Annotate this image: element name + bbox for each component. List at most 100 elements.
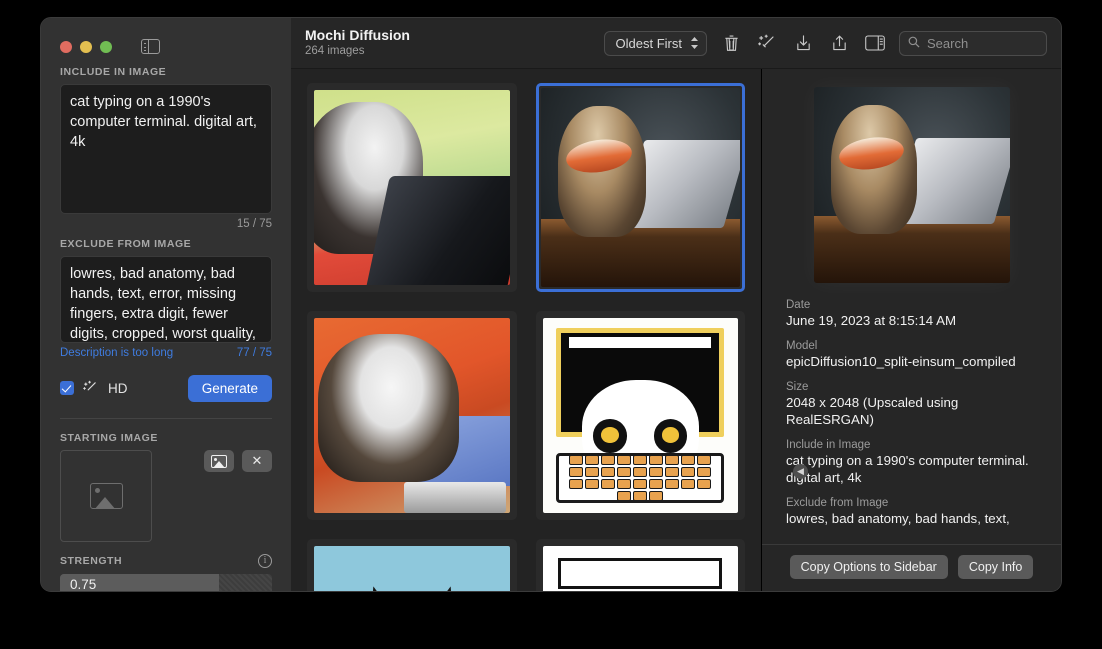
field-value-date: June 19, 2023 at 8:15:14 AM	[786, 313, 957, 328]
minimize-button[interactable]	[80, 40, 92, 53]
left-sidebar: INCLUDE IN IMAGE cat typing on a 1990's …	[41, 18, 291, 591]
include-label: INCLUDE IN IMAGE	[60, 66, 167, 78]
image-count: 264 images	[305, 45, 365, 58]
keyboard-key	[681, 478, 696, 489]
keyboard-key	[681, 466, 696, 477]
keyboard-key	[633, 455, 648, 465]
field-key-size: Size	[786, 381, 809, 393]
keyboard-key	[569, 455, 584, 465]
keyboard-key	[649, 455, 664, 465]
exclude-counter: 77 / 75	[236, 347, 272, 359]
keyboard-key	[649, 466, 664, 477]
starting-image-label: STARTING IMAGE	[60, 432, 158, 444]
zoom-button[interactable]	[100, 40, 112, 53]
inspector-footer: Copy Options to Sidebar Copy Info	[762, 544, 1061, 591]
keyboard-key	[649, 490, 664, 501]
content-area: Date June 19, 2023 at 8:15:14 AM Model e…	[291, 69, 1061, 591]
toolbar: Mochi Diffusion 264 images Oldest First	[291, 18, 1061, 69]
keyboard-key	[569, 478, 584, 489]
keyboard-key	[665, 478, 680, 489]
keyboard-key	[697, 466, 712, 477]
download-icon[interactable]	[791, 31, 815, 55]
keyboard-key	[585, 466, 600, 477]
desktop-background: INCLUDE IN IMAGE cat typing on a 1990's …	[0, 0, 1102, 649]
gallery-item-3[interactable]	[307, 311, 517, 520]
field-key-exclude: Exclude from Image	[786, 497, 889, 509]
field-value-exclude: lowres, bad anatomy, bad hands, text,	[786, 511, 1010, 526]
starting-image-well[interactable]	[60, 450, 152, 542]
page-title: Mochi Diffusion	[305, 26, 410, 43]
image-placeholder-icon	[89, 483, 123, 509]
strength-slider[interactable]: 0.75	[60, 574, 272, 591]
field-value-size: 2048 x 2048 (Upscaled using RealESRGAN)	[786, 395, 959, 427]
trash-icon[interactable]	[719, 31, 743, 55]
strength-row: STRENGTH i	[60, 554, 272, 568]
include-counter: 15 / 75	[236, 218, 272, 230]
sidebar-toggle-icon[interactable]	[141, 38, 160, 55]
search-box[interactable]: Search	[899, 30, 1047, 56]
gallery-item-4[interactable]	[535, 311, 745, 520]
image-gallery[interactable]	[291, 69, 761, 591]
copy-info-button[interactable]: Copy Info	[957, 555, 1034, 579]
chevron-up-down-icon	[690, 36, 699, 50]
title-block: Mochi Diffusion 264 images	[305, 26, 410, 59]
revert-arrow-icon[interactable]: ◀	[793, 464, 808, 479]
strength-value: 0.75	[70, 577, 97, 591]
exclude-warning: Description is too long	[60, 347, 174, 359]
keyboard-key	[585, 478, 600, 489]
gallery-item-5[interactable]	[307, 539, 517, 591]
sidebar-content: INCLUDE IN IMAGE cat typing on a 1990's …	[41, 60, 291, 591]
image-picker-icon[interactable]	[204, 450, 234, 472]
field-key-include: Include in Image	[786, 439, 871, 451]
copy-options-to-sidebar-button[interactable]: Copy Options to Sidebar	[789, 555, 948, 579]
magic-wand-icon[interactable]	[755, 31, 779, 55]
close-icon[interactable]: ✕	[242, 450, 272, 472]
hd-label: HD	[108, 380, 128, 396]
keyboard-key	[649, 478, 664, 489]
keyboard-key	[569, 466, 584, 477]
search-input[interactable]: Search	[927, 36, 968, 51]
field-key-date: Date	[786, 299, 811, 311]
gallery-item-2[interactable]	[535, 83, 745, 292]
sort-order-dropdown[interactable]: Oldest First	[603, 30, 707, 56]
keyboard-key	[665, 455, 680, 465]
include-in-image-input[interactable]: cat typing on a 1990's computer terminal…	[60, 84, 272, 214]
magic-wand-icon	[83, 380, 98, 397]
sort-order-value: Oldest First	[615, 35, 682, 51]
keyboard-key	[681, 455, 696, 465]
app-window: INCLUDE IN IMAGE cat typing on a 1990's …	[40, 17, 1062, 592]
inspector-preview-image[interactable]	[813, 87, 1010, 283]
keyboard-key	[633, 490, 648, 501]
keyboard-key	[697, 478, 712, 489]
generate-button[interactable]: Generate	[187, 374, 272, 402]
keyboard-key	[697, 455, 712, 465]
field-value-include: cat typing on a 1990's computer terminal…	[786, 453, 1029, 485]
sidebar-divider-1	[60, 418, 272, 419]
keyboard-key	[617, 466, 632, 477]
keyboard-key	[633, 478, 648, 489]
include-counter-row: 15 / 75	[60, 218, 272, 230]
search-icon	[908, 36, 920, 51]
keyboard-key	[633, 466, 648, 477]
exclude-label: EXCLUDE FROM IMAGE	[60, 238, 192, 250]
keyboard-key	[585, 455, 600, 465]
share-icon[interactable]	[827, 31, 851, 55]
exclude-from-image-input[interactable]: lowres, bad anatomy, bad hands, text, er…	[60, 256, 272, 343]
keyboard-key	[601, 478, 616, 489]
field-key-model: Model	[786, 340, 818, 352]
strength-label: STRENGTH	[60, 555, 123, 567]
window-controls	[41, 18, 291, 60]
hd-checkbox[interactable]	[60, 381, 74, 395]
keyboard-key	[617, 478, 632, 489]
toolbar-actions: Oldest First Search	[603, 30, 1047, 56]
info-icon[interactable]: i	[258, 554, 272, 568]
gallery-item-1[interactable]	[307, 83, 517, 292]
keyboard-key	[601, 466, 616, 477]
inspector-panel: Date June 19, 2023 at 8:15:14 AM Model e…	[761, 69, 1061, 591]
inspector-toggle-icon[interactable]	[863, 31, 887, 55]
field-value-model: epicDiffusion10_split-einsum_compiled	[786, 354, 1016, 369]
keyboard-key	[617, 455, 632, 465]
keyboard-key	[617, 490, 632, 501]
gallery-item-6[interactable]	[535, 539, 745, 591]
close-button[interactable]	[60, 40, 72, 53]
